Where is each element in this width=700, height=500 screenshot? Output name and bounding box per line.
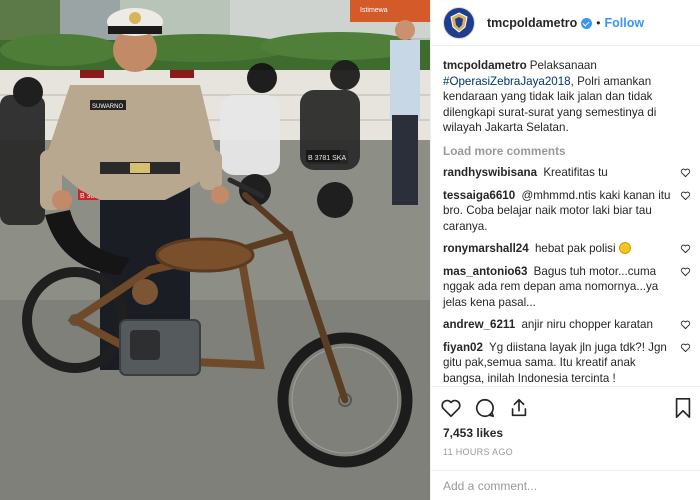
comment-username[interactable]: ronymarshall24 [443,242,529,255]
police-motorbike-photo: Istimewa B 3781 SKA B 3091 SUWARNO [0,0,430,500]
follow-button[interactable]: Follow [605,16,645,30]
comment-icon [475,398,495,417]
header-username[interactable]: tmcpoldametro [487,16,577,30]
comment-like-heart-icon[interactable] [680,342,691,353]
like-button[interactable] [439,396,463,420]
comment-like-heart-icon[interactable] [680,167,691,178]
comment-text: Kreatifitas tu [543,166,608,179]
comment-username[interactable]: randhyswibisana [443,166,537,179]
profile-avatar[interactable] [443,6,475,39]
comment-username[interactable]: tessaiga6610 [443,189,515,202]
load-more-comments-button[interactable]: Load more comments [443,144,693,160]
name-tag: SUWARNO [92,104,123,110]
comment-username[interactable]: fiyan02 [443,341,483,354]
share-button[interactable] [507,396,531,420]
header-separator: • [596,15,601,30]
comment-button[interactable] [473,396,497,420]
comment-like-heart-icon[interactable] [680,190,691,201]
comment-text: hebat pak polisi [534,242,616,255]
caption-username[interactable]: tmcpoldametro [443,59,527,72]
share-icon [511,398,527,416]
post-header: tmcpoldametro • Follow [431,0,700,46]
comment-text: anjir niru chopper karatan [521,318,653,331]
add-comment-bar [431,470,700,500]
likes-count[interactable]: 7,453 likes [443,426,503,440]
caption-hashtag[interactable]: #OperasiZebraJaya2018 [443,75,571,88]
comment-item: ronymarshall24 hebat pak polisi [443,241,693,257]
heart-icon [441,399,461,417]
comment-like-heart-icon[interactable] [680,243,691,254]
action-bar [431,386,700,428]
comment-item: randhyswibisana Kreatifitas tu [443,165,693,181]
comment-item: mas_antonio63 Bagus tuh motor...cuma ngg… [443,264,693,311]
sign-text: Istimewa [360,7,388,14]
caption-text-pre: Pelaksanaan [529,59,597,72]
comment-item: tessaiga6610 @mhmmd.ntis kaki kanan itu … [443,188,693,235]
post-side-panel: tmcpoldametro • Follow tmcpoldametro Pela… [430,0,700,500]
save-button[interactable] [671,396,695,420]
bookmark-icon [675,397,691,418]
post-photo[interactable]: Istimewa B 3781 SKA B 3091 SUWARNO [0,0,430,500]
plate-right: B 3781 SKA [308,155,346,162]
post-timestamp[interactable]: 11 HOURS AGO [443,447,513,457]
comments-section: tmcpoldametro Pelaksanaan #OperasiZebraJa… [443,58,693,393]
add-comment-input[interactable] [443,478,683,493]
comment-item: fiyan02 Yg diistana layak jln juga tdk?!… [443,340,693,387]
comment-like-heart-icon[interactable] [680,266,691,277]
comment-like-heart-icon[interactable] [680,319,691,330]
verified-badge-icon [581,18,593,29]
grinning-emoji-icon [618,242,631,254]
police-emblem-icon [450,11,468,33]
comment-username[interactable]: andrew_6211 [443,318,515,331]
comment-item: andrew_6211 anjir niru chopper karatan [443,317,693,333]
comment-username[interactable]: mas_antonio63 [443,265,527,278]
post-caption: tmcpoldametro Pelaksanaan #OperasiZebraJa… [443,58,693,136]
